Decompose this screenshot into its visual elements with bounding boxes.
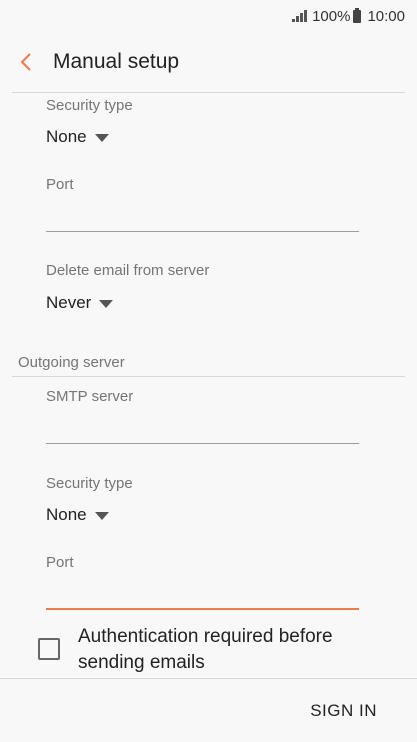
outgoing-port-input[interactable] [46,580,359,610]
dropdown-arrow-icon [94,512,109,520]
status-time: 10:00 [367,7,405,25]
authentication-label-line2: sending emails [78,652,205,673]
app-header: Manual setup [0,32,417,92]
page-title: Manual setup [53,50,180,73]
authentication-label-line1: Authentication required before [78,626,333,647]
incoming-security-type-label: Security type [46,97,133,114]
outgoing-security-type-value: None [46,505,87,524]
header-divider [12,92,405,93]
section-divider [12,376,405,377]
sign-in-button[interactable]: SIGN IN [310,701,377,721]
battery-percentage: 100% [312,7,351,25]
bottom-action-bar: SIGN IN [0,679,417,742]
delete-email-dropdown[interactable]: Never [46,290,114,316]
incoming-security-type-dropdown[interactable]: None [46,124,109,150]
outgoing-server-section-header: Outgoing server [18,354,125,371]
signal-icon [292,10,308,22]
authentication-checkbox-row[interactable]: Authentication required before sending e… [38,624,398,678]
back-button[interactable] [2,38,50,86]
authentication-checkbox[interactable] [38,638,60,660]
incoming-security-type-value: None [46,127,87,146]
incoming-port-input[interactable] [46,202,359,232]
outgoing-security-type-label: Security type [46,475,133,492]
smtp-server-input[interactable] [46,414,359,444]
dropdown-arrow-icon [99,300,114,308]
delete-email-label: Delete email from server [46,262,210,279]
delete-email-value: Never [46,293,92,312]
dropdown-arrow-icon [94,134,109,142]
smtp-server-label: SMTP server [46,388,134,405]
outgoing-security-type-dropdown[interactable]: None [46,502,109,528]
outgoing-port-label: Port [46,554,74,571]
status-bar: 100% 10:00 [0,0,417,32]
incoming-port-label: Port [46,176,74,193]
authentication-checkbox-label: Authentication required before sending e… [78,624,333,676]
screen: 100% 10:00 Manual setup Security type No… [0,0,417,742]
chevron-left-icon [20,53,31,71]
battery-icon [353,7,362,23]
